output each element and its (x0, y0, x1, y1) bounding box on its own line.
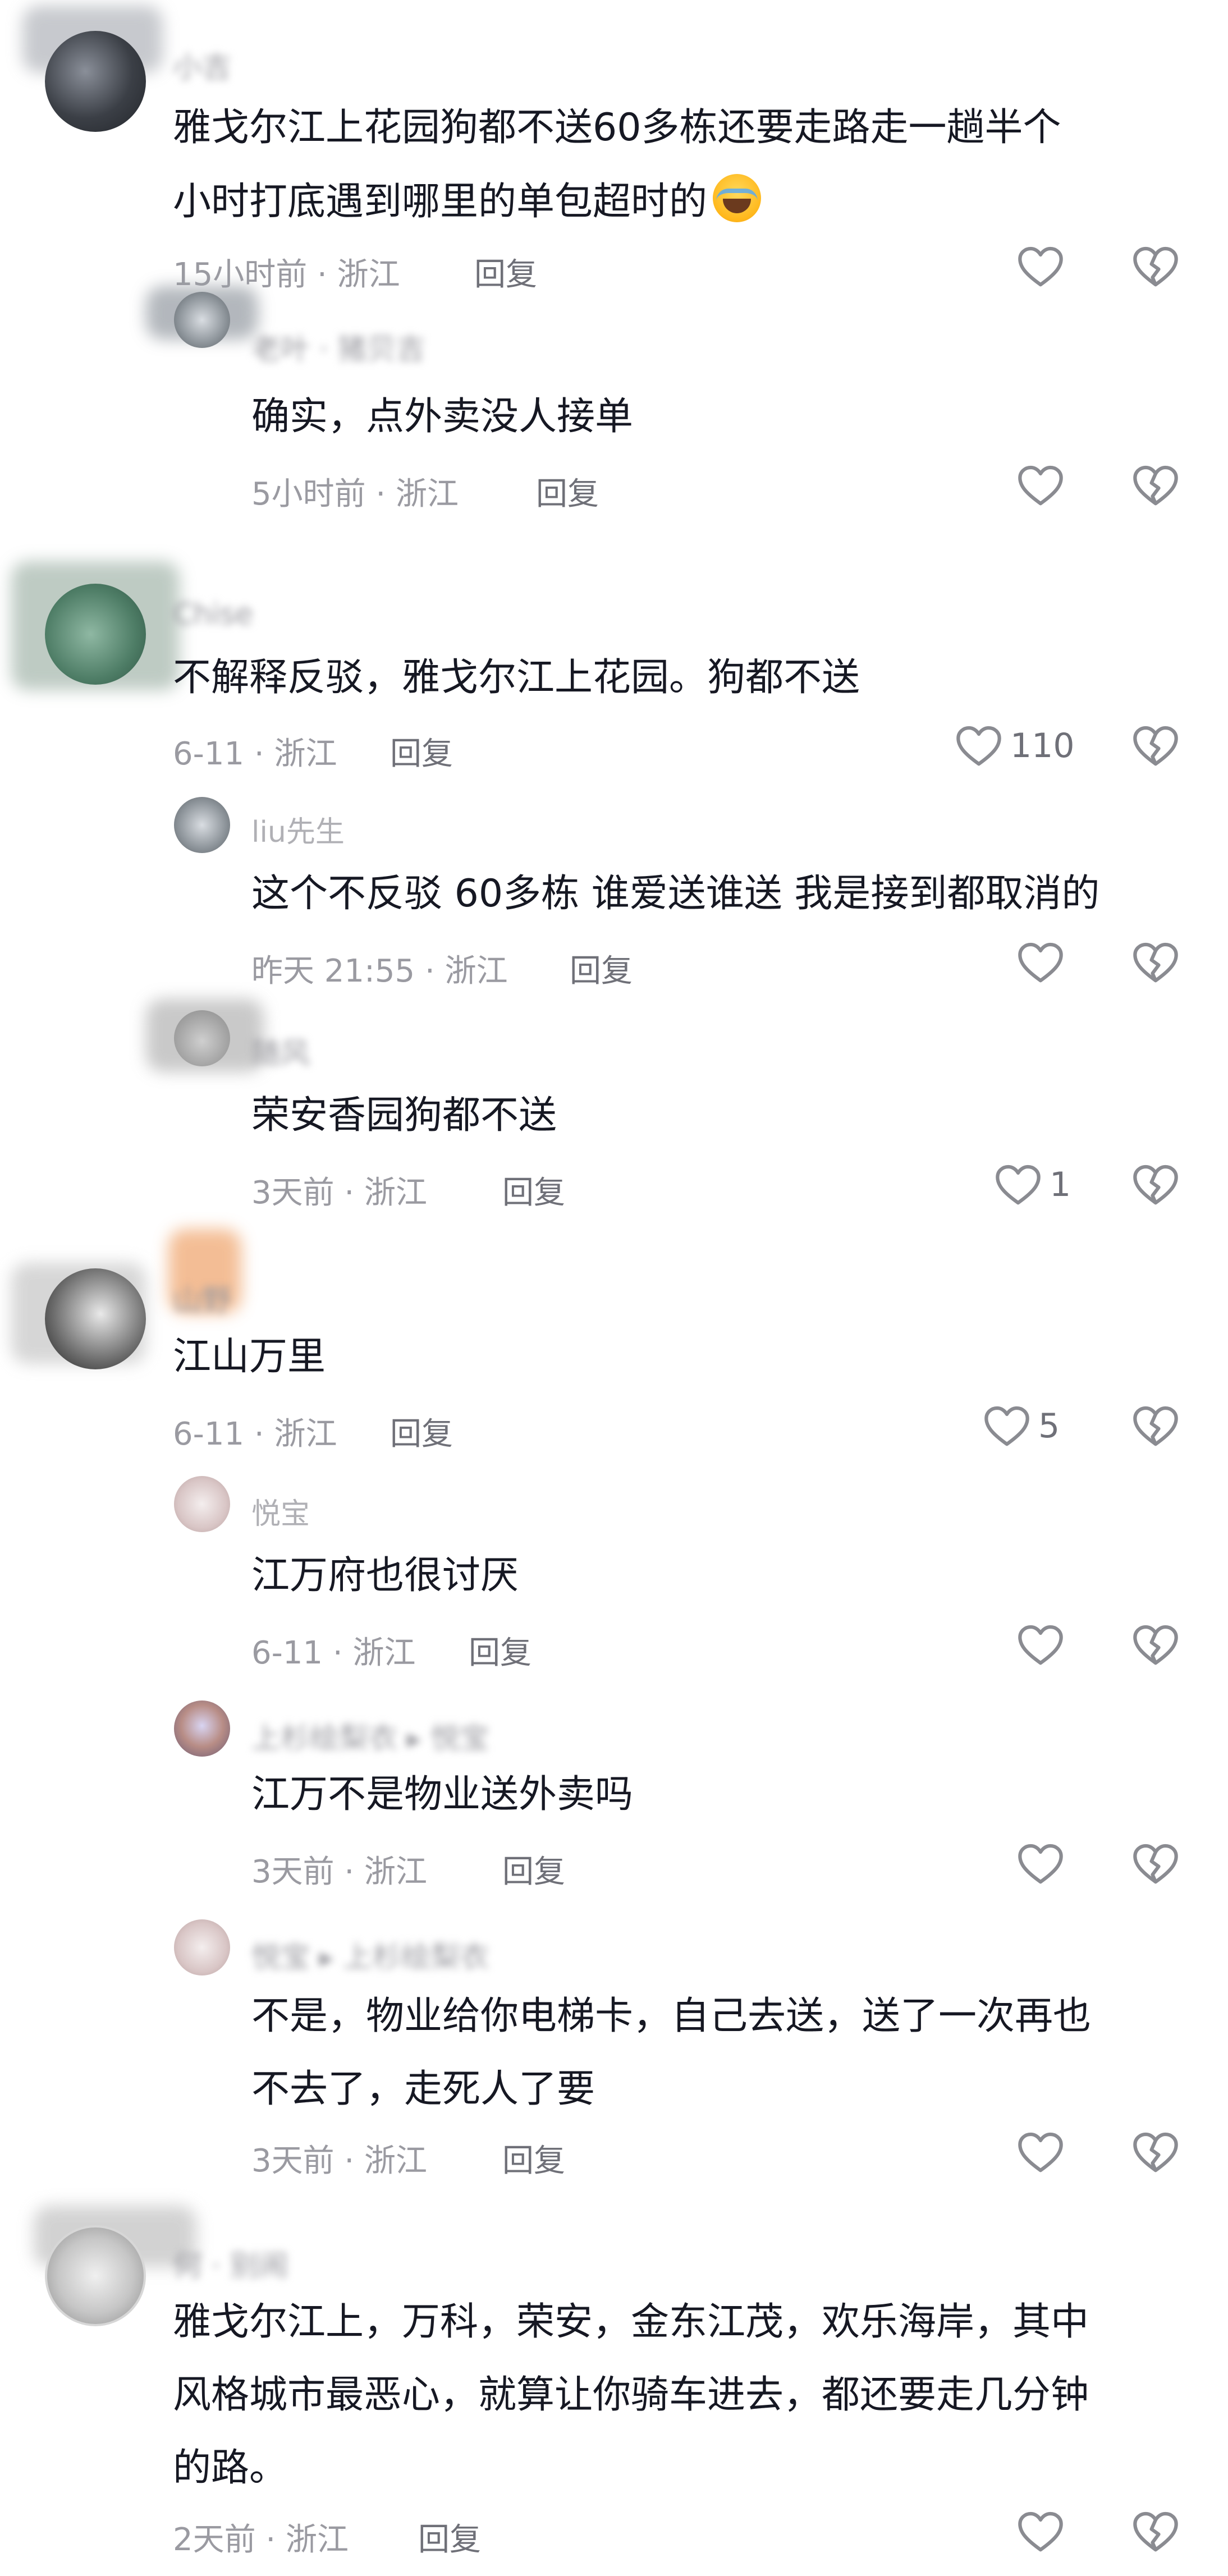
comment-meta: 5小时前 · 浙江 (251, 476, 459, 512)
comment-author[interactable]: 何 · 别闹 (173, 2242, 288, 2284)
reply-button[interactable]: 回复 (502, 1846, 565, 1892)
comment-text-line: 不解释反驳，雅戈尔江上花园。狗都不送 (173, 656, 860, 700)
comment-text-line: 江万不是物业送外卖吗 (251, 1772, 634, 1817)
comment-text-line: 这个不反驳 60多栋 谁爱送谁送 我是接到都取消的 (251, 872, 1100, 916)
comment-author[interactable]: liu先生 (251, 808, 345, 850)
reply-button[interactable]: 回复 (536, 469, 599, 514)
comment-meta: 3天前 · 浙江 (251, 1854, 428, 1890)
avatar[interactable] (45, 2225, 146, 2326)
like-heart-icon[interactable] (1016, 1840, 1065, 1889)
comment-author[interactable]: 小吉 (173, 44, 231, 86)
like-heart-icon[interactable] (982, 1402, 1032, 1451)
comment-text-line: 雅戈尔江上花园狗都不送60多栋还要走路走一趟半个 (173, 106, 1061, 150)
comment-author[interactable]: 随风 (251, 1030, 310, 1072)
reply-button[interactable]: 回复 (390, 1409, 453, 1454)
like-heart-icon[interactable] (1016, 2508, 1065, 2557)
reply-button[interactable]: 回复 (469, 1628, 531, 1673)
comment-meta: 6-11 · 浙江 (173, 736, 337, 772)
comment-text-line: 江万府也很讨厌 (251, 1553, 519, 1598)
like-heart-icon[interactable] (1016, 242, 1065, 292)
comment-text-line: 荣安香园狗都不送 (251, 1093, 557, 1138)
avatar[interactable] (174, 1010, 230, 1066)
comment-text-line: 不去了，走死人了要 (251, 2067, 595, 2111)
like-heart-icon[interactable] (954, 722, 1004, 771)
comment-text-line: 雅戈尔江上，万科，荣安，金东江茂，欢乐海岸，其中 (173, 2300, 1089, 2344)
like-heart-icon[interactable] (1016, 938, 1065, 988)
comment-author[interactable]: 悦宝 (251, 1490, 310, 1532)
comment-text-line: 江山万里 (173, 1335, 326, 1379)
comment-text-line: 确实，点外卖没人接单 (251, 395, 634, 439)
dislike-broken-heart-icon[interactable] (1131, 722, 1180, 771)
like-heart-icon[interactable] (1016, 2128, 1065, 2178)
comment-text-line: 风格城市最恶心，就算让你骑车进去，都还要走几分钟 (173, 2373, 1089, 2417)
comment-text-line: 小时打底遇到哪里的单包超时的 (173, 172, 762, 232)
dislike-broken-heart-icon[interactable] (1131, 938, 1180, 988)
reply-button[interactable]: 回复 (570, 946, 633, 991)
avatar[interactable] (174, 292, 230, 348)
dislike-broken-heart-icon[interactable] (1131, 461, 1180, 511)
comment-author[interactable]: 山野 (173, 1277, 231, 1319)
comment-meta: 3天前 · 浙江 (251, 1175, 428, 1211)
like-count: 5 (1038, 1406, 1060, 1446)
reply-button[interactable]: 回复 (502, 2135, 565, 2181)
avatar[interactable] (174, 1919, 230, 1975)
comment-meta: 3天前 · 浙江 (251, 2143, 428, 2179)
comment-text-line: 不是，物业给你电梯卡，自己去送，送了一次再也 (251, 1994, 1092, 2038)
like-count: 1 (1050, 1165, 1071, 1204)
like-heart-icon[interactable] (1016, 461, 1065, 511)
comment-meta: 6-11 · 浙江 (173, 1416, 337, 1452)
like-count: 110 (1010, 726, 1075, 766)
comment-author[interactable]: 悦宝 ▸ 上杉绘梨衣 (251, 1933, 489, 1975)
dislike-broken-heart-icon[interactable] (1131, 2128, 1180, 2178)
comment-author[interactable]: 老叶 · 猪贝吉 (251, 326, 425, 368)
comment-author[interactable]: 上杉绘梨衣 ▸ 悦宝 (251, 1715, 489, 1757)
comment-meta: 2天前 · 浙江 (173, 2522, 349, 2558)
dislike-broken-heart-icon[interactable] (1131, 1840, 1180, 1889)
dislike-broken-heart-icon[interactable] (1131, 1402, 1180, 1451)
dislike-broken-heart-icon[interactable] (1131, 2508, 1180, 2557)
comment-author[interactable]: Chise (173, 598, 253, 631)
reply-button[interactable]: 回复 (390, 728, 453, 774)
comment-meta: 昨天 21:55 · 浙江 (251, 953, 508, 989)
laughing-crying-emoji-icon (713, 174, 762, 222)
like-heart-icon[interactable] (993, 1161, 1043, 1210)
avatar[interactable] (45, 584, 146, 685)
avatar[interactable] (174, 1700, 230, 1757)
like-heart-icon[interactable] (1016, 1621, 1065, 1670)
avatar[interactable] (174, 797, 230, 853)
dislike-broken-heart-icon[interactable] (1131, 242, 1180, 292)
reply-button[interactable]: 回复 (502, 1167, 565, 1213)
reply-button[interactable]: 回复 (418, 2514, 481, 2560)
dislike-broken-heart-icon[interactable] (1131, 1161, 1180, 1210)
avatar[interactable] (45, 1268, 146, 1369)
reply-button[interactable]: 回复 (474, 249, 537, 295)
comment-meta: 6-11 · 浙江 (251, 1635, 416, 1671)
avatar[interactable] (45, 31, 146, 132)
avatar[interactable] (174, 1476, 230, 1532)
dislike-broken-heart-icon[interactable] (1131, 1621, 1180, 1670)
comment-text-line: 的路。 (173, 2446, 288, 2490)
